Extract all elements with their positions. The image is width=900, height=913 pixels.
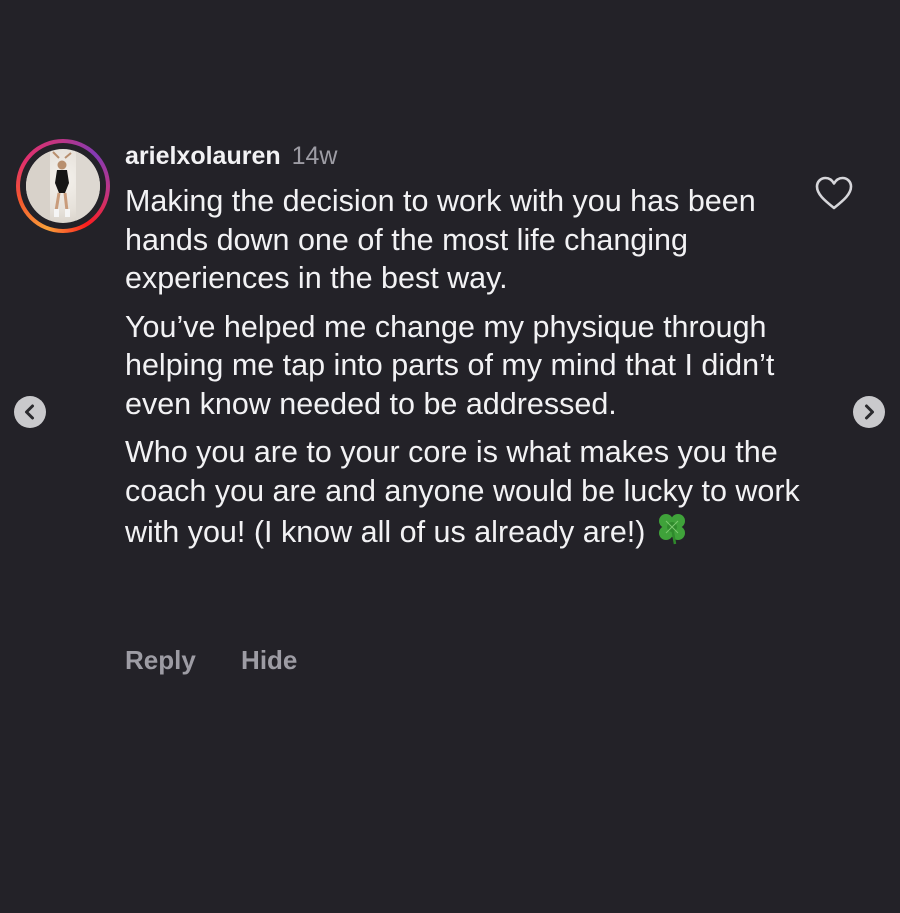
avatar-photo — [26, 149, 100, 223]
reply-button[interactable]: Reply — [125, 645, 196, 675]
comment-paragraph: Making the decision to work with you has… — [125, 184, 756, 295]
comment-paragraph-text: Who you are to your core is what makes y… — [125, 435, 800, 549]
comment-paragraph: You’ve helped me change my physique thro… — [125, 309, 775, 421]
chevron-left-icon[interactable] — [14, 396, 46, 428]
avatar-person-image — [26, 149, 100, 223]
timestamp: 14w — [291, 142, 338, 170]
username[interactable]: arielxolauren — [125, 142, 281, 170]
avatar[interactable] — [16, 139, 110, 233]
four-leaf-clover-icon — [653, 510, 691, 558]
comment: arielxolauren 14w Making the decision to… — [0, 0, 900, 913]
comment-actions: Reply Hide — [125, 643, 297, 677]
avatar-border — [20, 143, 106, 229]
chevron-right-icon[interactable] — [853, 396, 885, 428]
comment-paragraph: Who you are to your core is what makes y… — [125, 433, 805, 558]
comment-text: Making the decision to work with you has… — [125, 182, 805, 568]
comment-header: arielxolauren 14w — [125, 140, 337, 172]
heart-outline-icon[interactable] — [814, 175, 854, 211]
hide-button[interactable]: Hide — [241, 645, 297, 675]
